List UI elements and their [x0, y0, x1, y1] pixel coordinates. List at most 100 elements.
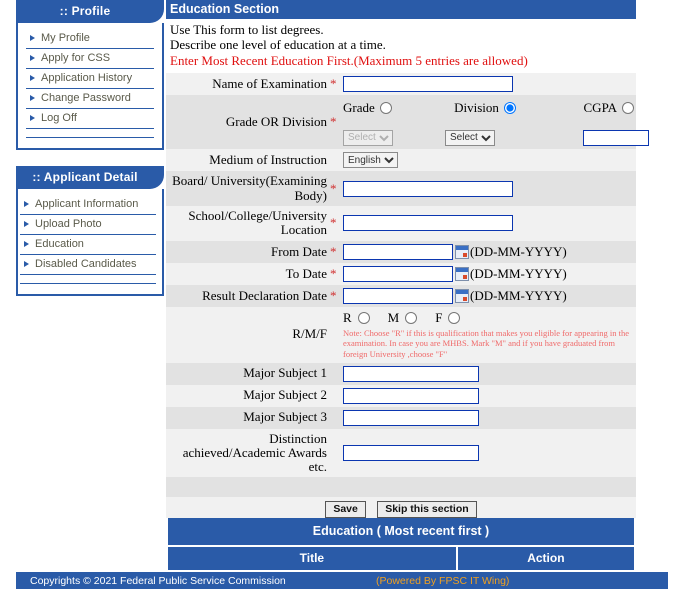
major-subject-1-input[interactable] [343, 365, 479, 382]
sidebar-item-disabled-candidates[interactable]: Disabled Candidates [20, 255, 156, 275]
label-name-of-examination: Name of Examination [212, 75, 327, 91]
row-from-date: From Date * (DD-MM-YYYY) [166, 240, 636, 263]
to-date-input[interactable] [343, 265, 453, 282]
major-subject-2-input[interactable] [343, 387, 479, 404]
radio-option-cgpa[interactable]: CGPA [584, 100, 634, 116]
arrow-right-icon [24, 241, 29, 247]
sidebar-item-label: Change Password [41, 92, 131, 104]
education-list-title: Education ( Most recent first ) [166, 518, 636, 545]
distinction-input[interactable] [343, 444, 479, 461]
calendar-icon[interactable] [455, 288, 469, 303]
save-button[interactable]: Save [325, 501, 366, 519]
footer-powered-by: (Powered By FPSC IT Wing) [376, 575, 510, 587]
row-medium-of-instruction: Medium of Instruction English [166, 148, 636, 172]
division-select[interactable]: Select [445, 129, 495, 146]
sidebar-item-log-off[interactable]: Log Off [26, 109, 154, 129]
rmf-note: Note: Choose "R" if this is qualificatio… [343, 327, 629, 359]
no-marker [329, 149, 340, 172]
grade-division-controls: Select Select [343, 116, 649, 146]
medium-of-instruction-select[interactable]: English [343, 152, 398, 169]
applicant-panel-spacer [20, 275, 156, 284]
row-result-declaration-date: Result Declaration Date * (DD-MM-YYYY) [166, 284, 636, 307]
label-medium-of-instruction: Medium of Instruction [209, 152, 327, 168]
row-distinction: Distinction achieved/Academic Awards etc… [166, 428, 636, 478]
sidebar-item-education[interactable]: Education [20, 235, 156, 255]
field-rmf: R M F Note: Choose "R" if this is qualif… [340, 307, 636, 363]
column-header-title: Title [166, 547, 456, 570]
skip-this-section-button[interactable]: Skip this section [377, 501, 477, 519]
division-radio[interactable] [503, 101, 516, 114]
radio-option-grade[interactable]: Grade [343, 100, 392, 116]
row-school-location: School/College/University Location * [166, 206, 636, 241]
arrow-right-icon [30, 35, 35, 41]
spacer-cell [329, 477, 340, 497]
sidebar-item-label: My Profile [41, 32, 90, 44]
sidebar-item-upload-photo[interactable]: Upload Photo [20, 215, 156, 235]
grade-radio[interactable] [379, 101, 392, 114]
profile-panel: :: Profile My Profile Apply for CSS Appl… [16, 0, 164, 150]
sidebar-item-label: Education [35, 238, 84, 250]
required-marker: * [330, 265, 337, 281]
sidebar-item-label: Log Off [41, 112, 77, 124]
no-marker [329, 307, 340, 363]
applicant-detail-panel-body: Applicant Information Upload Photo Educa… [16, 189, 164, 296]
from-date-format: (DD-MM-YYYY) [470, 243, 567, 259]
radio-option-division[interactable]: Division [454, 100, 516, 116]
instruction-line-2: Describe one level of education at a tim… [170, 37, 386, 53]
from-date-input[interactable] [343, 243, 453, 260]
school-location-input[interactable] [343, 215, 513, 232]
field-to-date: (DD-MM-YYYY) [340, 263, 636, 285]
sidebar-item-change-password[interactable]: Change Password [26, 89, 154, 109]
cgpa-input[interactable] [583, 129, 649, 146]
sidebar-item-application-history[interactable]: Application History [26, 69, 154, 89]
arrow-right-icon [30, 95, 35, 101]
to-date-format: (DD-MM-YYYY) [470, 265, 567, 281]
calendar-icon[interactable] [455, 266, 469, 281]
label-major-subject-3: Major Subject 3 [243, 409, 327, 425]
label-rmf: R/M/F [292, 326, 327, 342]
row-grade-or-division: Grade OR Division * Grade Division CGPA … [166, 94, 649, 149]
instructions: Use This form to list degrees. Describe … [166, 19, 636, 73]
row-rmf: R/M/F R M F Note: Choose "R" if this is … [166, 306, 636, 363]
column-header-action: Action [455, 547, 636, 570]
label-board-university: Board/ University(Examining Body) [172, 173, 327, 203]
radio-label-m: M [387, 309, 400, 325]
profile-panel-spacer [26, 129, 154, 138]
sidebar-item-label: Apply for CSS [41, 52, 111, 64]
sidebar-item-label: Upload Photo [35, 218, 102, 230]
arrow-right-icon [30, 75, 35, 81]
row-spacer [166, 477, 636, 498]
result-date-wrap: (DD-MM-YYYY) [343, 287, 634, 304]
field-major-subject-1 [340, 363, 636, 385]
board-university-input[interactable] [343, 180, 513, 197]
name-of-examination-input[interactable] [343, 75, 513, 92]
field-name-of-examination [340, 73, 636, 95]
rmf-r-radio[interactable] [357, 311, 370, 324]
sidebar-item-my-profile[interactable]: My Profile [26, 29, 154, 49]
major-subject-3-input[interactable] [343, 409, 479, 426]
sidebar-item-label: Applicant Information [35, 198, 139, 210]
sidebar-item-label: Application History [41, 72, 133, 84]
profile-panel-body: My Profile Apply for CSS Application His… [16, 23, 164, 150]
no-marker [329, 363, 340, 385]
field-board-university [340, 171, 636, 206]
sidebar-item-applicant-information[interactable]: Applicant Information [20, 195, 156, 215]
required-marker: * [330, 75, 337, 91]
grade-select[interactable]: Select [343, 129, 393, 146]
education-section: Education Section Use This form to list … [166, 0, 649, 524]
arrow-right-icon [24, 261, 29, 267]
sidebar-item-apply-for-css[interactable]: Apply for CSS [26, 49, 154, 69]
calendar-icon[interactable] [455, 244, 469, 259]
applicant-detail-panel-title: :: Applicant Detail [16, 166, 164, 189]
rmf-f-radio[interactable] [448, 311, 461, 324]
footer-bar: Copyrights © 2021 Federal Public Service… [16, 572, 668, 589]
result-declaration-date-input[interactable] [343, 287, 453, 304]
profile-panel-title: :: Profile [16, 0, 164, 23]
applicant-detail-panel: :: Applicant Detail Applicant Informatio… [16, 166, 164, 296]
label-major-subject-1: Major Subject 1 [243, 365, 327, 381]
grade-division-radio-group: Grade Division CGPA [343, 98, 634, 116]
row-major-subject-2: Major Subject 2 [166, 384, 636, 407]
label-school-location: School/College/University Location [188, 208, 327, 238]
rmf-m-radio[interactable] [405, 311, 418, 324]
cgpa-radio[interactable] [622, 101, 634, 114]
